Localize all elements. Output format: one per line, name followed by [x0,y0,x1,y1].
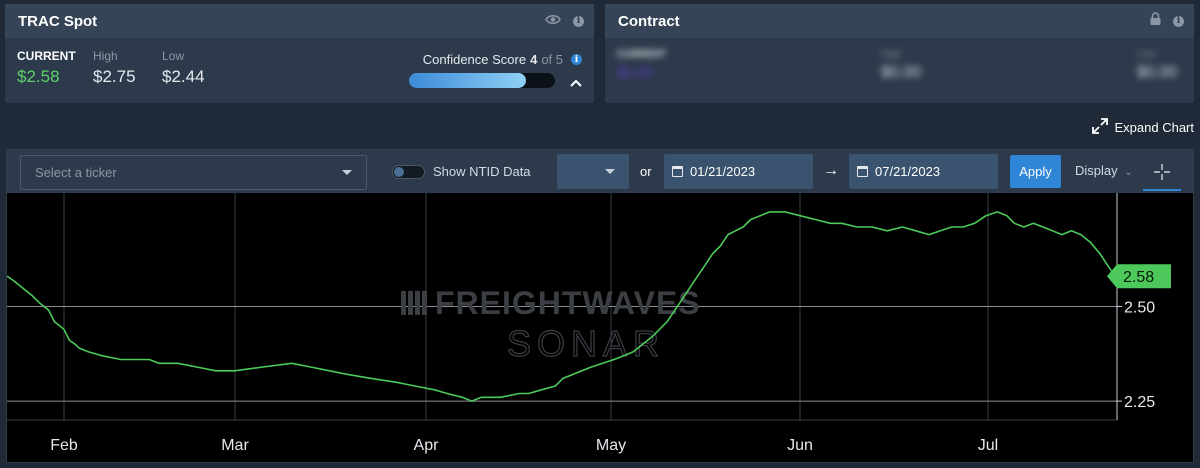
contract-low-label: Low [1137,49,1156,60]
toggle-knob [394,167,404,177]
trac-spot-header: TRAC Spot i [5,4,594,38]
confidence-bar-fill [409,73,526,88]
spot-low-value: $2.44 [162,67,205,86]
contract-high: High $0.00 [881,49,921,82]
spot-current: CURRENT $2.58 [17,49,76,87]
ticker-placeholder: Select a ticker [35,165,117,180]
spot-current-label: CURRENT [17,49,76,63]
contract-current-label: CURRENT [617,49,666,60]
start-date-value: 01/21/2023 [690,164,756,179]
confidence-score: Confidence Score 4 of 5 i [407,52,582,88]
contract-card: Contract i CURRENT $0.00 High $0.00 Low … [605,4,1194,103]
end-date-input[interactable]: 07/21/2023 [849,154,998,189]
contract-low-value: $0.00 [1137,64,1178,81]
trac-spot-card: TRAC Spot i CURRENT $2.58 High $2.75 Low… [5,4,594,103]
info-icon[interactable]: i [573,15,584,27]
confidence-of: of 5 [541,52,563,67]
x-tick-label: Jun [787,437,813,454]
chevron-down-icon: ⌄ [1124,167,1133,178]
spot-high-label: High [93,49,118,63]
last-value-tag: 2.58 [1107,264,1171,289]
contract-header: Contract i [605,4,1194,38]
x-tick-label: Apr [414,437,440,454]
calendar-icon [857,166,868,177]
y-tick-label: 2.50 [1124,300,1155,317]
caret-down-icon [605,169,615,174]
confidence-info-icon[interactable]: i [571,54,582,65]
display-label: Display [1075,163,1118,178]
x-tick-label: Jul [978,437,998,454]
watermark-line1: FREIGHTWAVES [435,285,701,321]
calendar-icon [672,166,683,177]
contract-current-value: $0.00 [617,64,653,80]
crosshair-icon [1154,163,1170,180]
end-date-value: 07/21/2023 [875,164,941,179]
contract-high-label: High [881,49,902,60]
confidence-score-value: 4 [530,52,538,67]
spot-high-value: $2.75 [93,67,136,86]
eye-icon[interactable] [545,12,561,30]
y-tick-label: 2.25 [1124,394,1155,411]
ntid-toggle[interactable] [392,165,425,179]
chevron-up-icon[interactable] [570,75,582,90]
lock-icon [1150,12,1161,30]
chart-toolbar: Select a ticker Show NTID Data or 01/21/… [7,150,1193,193]
crosshair-tool[interactable] [1143,154,1181,191]
ticker-select[interactable]: Select a ticker [20,155,367,190]
contract-high-value: $0.00 [881,64,922,81]
spot-high: High $2.75 [93,49,136,87]
x-tick-label: Mar [221,437,249,454]
expand-chart-button[interactable]: Expand Chart [1091,117,1195,138]
spot-low: Low $2.44 [162,49,205,87]
or-label: or [640,164,652,179]
confidence-bar [409,73,555,88]
contract-title: Contract [618,12,680,30]
price-chart[interactable]: FREIGHTWAVES SONAR Feb Mar Apr May Jun Jul 2.2… [7,193,1193,462]
last-value-label: 2.58 [1123,269,1154,286]
ntid-label: Show NTID Data [433,164,531,179]
chart-panel: Select a ticker Show NTID Data or 01/21/… [6,149,1194,463]
expand-chart-label: Expand Chart [1114,120,1195,135]
x-tick-label: Feb [50,437,78,454]
caret-down-icon [342,170,352,175]
apply-button[interactable]: Apply [1010,155,1061,188]
watermark-line2: SONAR [507,323,665,364]
x-tick-label: May [596,437,626,454]
info-icon[interactable]: i [1173,15,1184,27]
expand-icon [1091,117,1109,138]
display-dropdown[interactable]: Display ⌄ [1075,163,1133,178]
trac-spot-title: TRAC Spot [18,12,98,30]
contract-current: CURRENT $0.00 [617,49,666,80]
arrow-right-icon: → [823,162,839,179]
watermark: FREIGHTWAVES SONAR [401,285,701,365]
contract-low: Low $0.00 [1137,49,1177,82]
range-select[interactable] [557,154,629,189]
spot-current-value: $2.58 [17,67,60,86]
start-date-input[interactable]: 01/21/2023 [664,154,813,189]
spot-low-label: Low [162,49,185,63]
confidence-label: Confidence Score [422,52,527,67]
